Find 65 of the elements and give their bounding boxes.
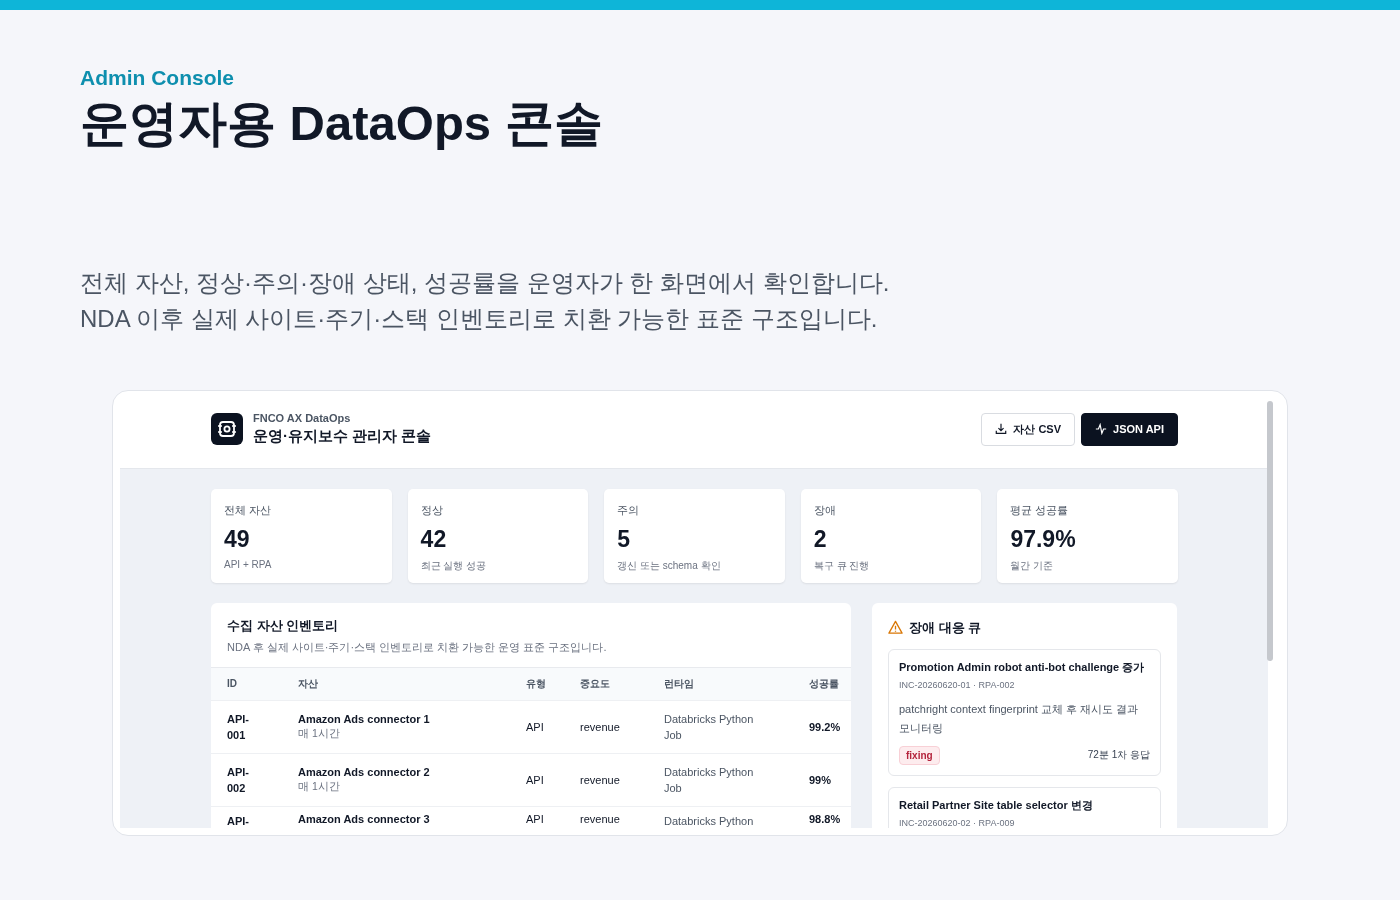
stat-note: 복구 큐 진행 xyxy=(813,558,871,573)
table-cell-text: API- xyxy=(227,813,250,828)
column-header: 자산 xyxy=(298,676,319,691)
status-tag: fixing xyxy=(899,745,940,765)
table-cell-text: API-002 xyxy=(227,764,250,796)
stat-label: 전체 자산 xyxy=(224,502,273,518)
incident-card[interactable]: Promotion Admin robot anti-bot challenge 증가 INC-20260620-01 · RPA-002 patchright context fingerprint 교체 후 재시도 결과 모니터링 fixing 72분 1차 응답 xyxy=(888,648,1161,776)
download-icon xyxy=(995,423,1008,436)
scrollbar[interactable] xyxy=(1267,400,1273,661)
stat-label: 주의 xyxy=(617,502,641,518)
panel-title: 장애 대응 큐 xyxy=(909,618,982,637)
table-cell-text: Databricks Python Job xyxy=(664,764,755,796)
stat-label: 평균 성공률 xyxy=(1010,502,1070,518)
table-cell-text: revenue xyxy=(580,812,621,825)
panel-title: 수집 자산 인벤토리 xyxy=(227,616,340,635)
pulse-icon xyxy=(1095,423,1108,436)
column-header: ID xyxy=(227,678,238,690)
table-cell-text: revenue xyxy=(580,720,621,733)
stat-value: 97.9% xyxy=(1010,525,1077,553)
brand-name: FNCO AX DataOps xyxy=(253,412,352,425)
table-cell-text: revenue xyxy=(580,773,621,786)
table-cell-text: Databricks Python xyxy=(664,813,755,828)
column-header: 런타임 xyxy=(664,676,695,691)
table-cell-text: Databricks Python Job xyxy=(664,711,755,743)
page-title: 운영자용 DataOps 콘솔 xyxy=(80,95,604,152)
stat-note: 월간 기준 xyxy=(1010,558,1055,573)
table-cell-text: API xyxy=(526,812,545,825)
incident-detail: patchright context fingerprint 교체 후 재시도 결과 모니터링 xyxy=(899,701,1140,736)
stat-label: 장애 xyxy=(813,502,837,518)
stat-value: 2 xyxy=(813,525,828,553)
table-cell-text: API-001 xyxy=(227,711,250,743)
table-cell-text: API xyxy=(526,773,545,786)
incident-title: Promotion Admin robot anti-bot challenge 증가 xyxy=(899,659,1146,675)
asset-name: Amazon Ads connector 3 xyxy=(298,812,431,825)
json-api-button[interactable]: JSON API xyxy=(1081,412,1178,446)
warning-icon xyxy=(888,620,903,636)
response-time: 72분 1차 응답 xyxy=(1087,748,1150,763)
column-header: 성공률 xyxy=(809,676,840,691)
asset-schedule: 매 1시간 xyxy=(298,779,341,794)
table-cell-text: 99.2% xyxy=(809,720,842,733)
stat-note: API + RPA xyxy=(224,558,273,570)
incident-ref: INC-20260620-02 · RPA-009 xyxy=(899,817,1016,828)
table-cell-text: 99% xyxy=(809,773,833,786)
stat-note: 최근 실행 성공 xyxy=(420,558,488,573)
asset-name: Amazon Ads connector 1 xyxy=(298,712,431,725)
logo-icon xyxy=(211,413,243,446)
column-header: 유형 xyxy=(526,676,547,691)
intro-paragraph: 전체 자산, 정상·주의·장애 상태, 성공률을 운영자가 한 화면에서 확인합니다. NDA 이후 실제 사이트·주기·스택 인벤토리로 치환 가능한 표준 구조입니다. xyxy=(80,267,891,334)
stat-value: 49 xyxy=(224,525,251,553)
column-header: 중요도 xyxy=(580,676,611,691)
asset-name: Amazon Ads connector 2 xyxy=(298,765,431,778)
stat-label: 정상 xyxy=(420,502,444,518)
panel-subtitle: NDA 후 실제 사이트·주기·스택 인벤토리로 치환 가능한 운영 표준 구조입니다. xyxy=(227,639,608,655)
eyebrow-label: Admin Console xyxy=(80,66,235,90)
stat-value: 5 xyxy=(617,525,631,553)
table-cell-text: API xyxy=(526,720,545,733)
asset-schedule: 매 1시간 xyxy=(298,726,341,741)
incident-title: Retail Partner Site table selector 변경 xyxy=(899,797,1094,813)
stat-value: 42 xyxy=(420,525,448,553)
incident-card[interactable]: Retail Partner Site table selector 변경 INC-20260620-02 · RPA-009 xyxy=(888,786,1161,828)
table-cell-text: 98.8% xyxy=(809,812,842,825)
csv-download-button[interactable]: 자산 CSV xyxy=(981,412,1076,446)
incident-ref: INC-20260620-01 · RPA-002 xyxy=(899,679,1016,690)
stat-note: 갱신 또는 schema 확인 xyxy=(617,558,722,573)
app-title: 운영·유지보수 관리자 콘솔 xyxy=(253,427,432,447)
